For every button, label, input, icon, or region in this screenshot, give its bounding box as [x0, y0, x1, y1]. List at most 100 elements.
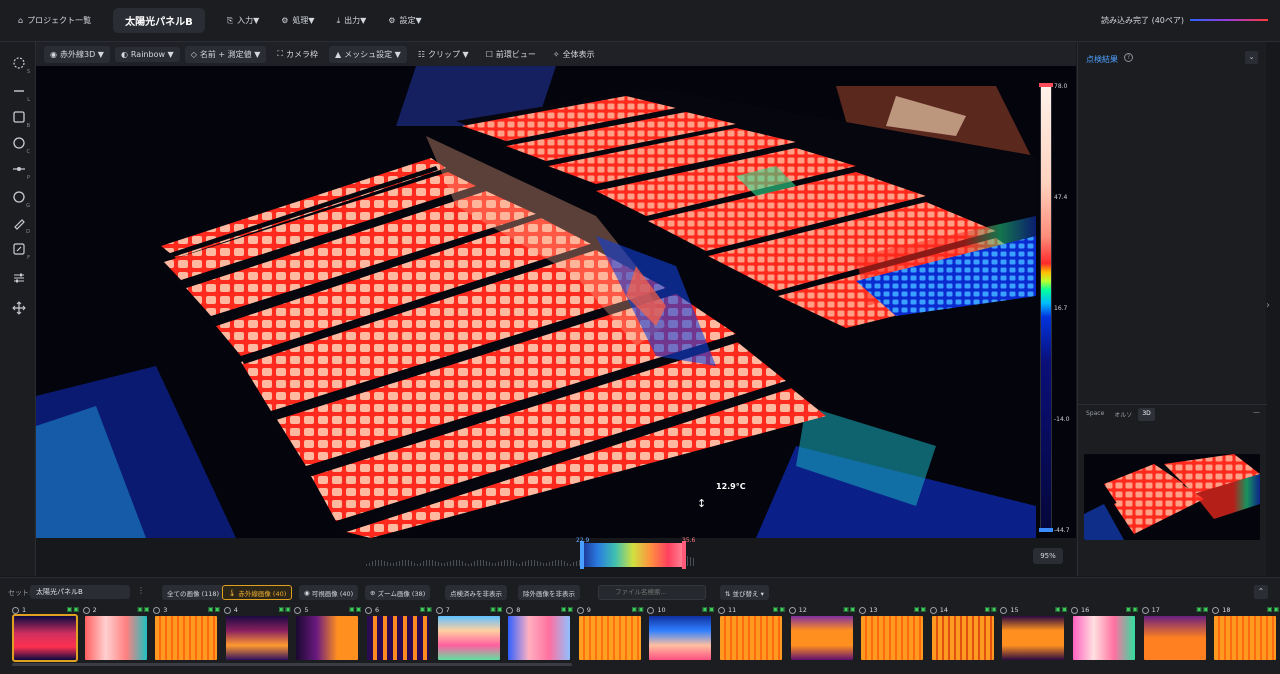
thumbnail-radio[interactable]	[223, 606, 231, 614]
thumbnail-item[interactable]: 7 ▣▣	[435, 605, 506, 663]
tab-3d[interactable]: 3D	[1138, 408, 1155, 421]
thumbnail-radio[interactable]	[12, 606, 19, 614]
thumbnail-radio[interactable]	[859, 606, 867, 614]
filter-infrared[interactable]: 🌡 赤外線画像 (40)	[222, 585, 293, 600]
thumbnail-radio[interactable]	[929, 606, 937, 614]
thumbnail-image[interactable]	[1002, 616, 1065, 660]
move-tool[interactable]	[8, 297, 30, 319]
adjust-tool[interactable]	[8, 267, 30, 289]
polygon-tool[interactable]: G	[8, 186, 30, 209]
thumbnail-item[interactable]: 11 ▣▣	[718, 605, 788, 663]
thumbnail-image[interactable]	[1214, 616, 1277, 660]
thumbnail-radio[interactable]	[788, 606, 796, 614]
zoom-level[interactable]: 95%	[1033, 548, 1063, 564]
thumbnail-item[interactable]: 12 ▣▣	[788, 605, 859, 663]
thermal-3d-viewport[interactable]	[36, 66, 1076, 538]
range-max-handle[interactable]	[682, 541, 686, 569]
hide-excluded-button[interactable]: 除外画像を非表示	[518, 585, 580, 600]
minimize-button[interactable]: —	[1253, 408, 1260, 416]
more-vert-icon[interactable]: ⋮	[137, 586, 145, 595]
thumbnail-image[interactable]	[931, 616, 994, 660]
lasso-select-tool[interactable]: S	[8, 52, 30, 75]
thumbnail-radio[interactable]	[718, 606, 725, 614]
input-menu[interactable]: ⎘ 入力▼	[227, 15, 260, 26]
minimap-3d[interactable]	[1084, 454, 1260, 540]
thumbnail-image[interactable]	[296, 616, 359, 660]
temperature-colorbar[interactable]	[1040, 84, 1052, 532]
colorbar-min-handle[interactable]	[1039, 528, 1053, 532]
thumbnail-radio[interactable]	[435, 606, 443, 614]
output-menu[interactable]: ⤓ 出力▼	[337, 15, 367, 26]
mesh-settings-dropdown[interactable]: ▲ メッシュ設定 ▼	[328, 45, 407, 63]
thumbnail-radio[interactable]	[647, 606, 655, 614]
hide-inspected-button[interactable]: 点検済みを非表示	[445, 585, 507, 600]
filter-all[interactable]: 全ての画像 (118)	[162, 585, 225, 600]
thumbnail-item[interactable]: 17 ▣▣	[1141, 605, 1212, 663]
thumbnail-item[interactable]: 9 ▣▣	[576, 605, 647, 663]
process-menu[interactable]: ⚙ 処理▼	[281, 15, 314, 26]
thumbnail-radio[interactable]	[1071, 606, 1078, 614]
thumbnail-item[interactable]: 2 ▣▣	[82, 605, 153, 663]
thumbnail-image[interactable]	[225, 616, 288, 660]
line-tool[interactable]: L	[8, 80, 30, 103]
thumbnail-radio[interactable]	[1212, 606, 1220, 614]
file-search-input[interactable]	[598, 585, 706, 600]
thumbnail-image[interactable]	[790, 616, 853, 660]
thumbnail-image[interactable]	[1143, 616, 1206, 660]
thumbnail-item[interactable]: 5 ▣▣	[294, 605, 364, 663]
thumbnail-image[interactable]	[649, 616, 712, 660]
set-selector[interactable]: 太陽光パネルB	[30, 585, 130, 599]
project-list-button[interactable]: ⌂ プロジェクト一覧	[18, 15, 91, 26]
settings-menu[interactable]: ⚙ 設定▼	[388, 15, 421, 26]
rectangle-tool[interactable]: B	[8, 106, 30, 129]
sort-button[interactable]: ⇅ 並び替え ▾	[720, 585, 769, 600]
range-gradient[interactable]	[580, 543, 686, 567]
colorbar-max-handle[interactable]	[1039, 83, 1053, 87]
filter-zoom[interactable]: ⊕ ズーム画像 (38)	[365, 585, 431, 600]
camera-frame-toggle[interactable]: ⛶ カメラ枠	[271, 46, 324, 63]
labels-dropdown[interactable]: ◇ 名前 + 測定値 ▼	[184, 45, 267, 63]
thumbnail-image[interactable]	[84, 616, 147, 660]
thumbnail-radio[interactable]	[506, 606, 514, 614]
thumbnail-item[interactable]: 8 ▣▣	[506, 605, 576, 663]
tab-ortho[interactable]: オルソ	[1110, 408, 1136, 421]
polyline-tool[interactable]: P	[8, 158, 30, 181]
palette-dropdown[interactable]: ◐ Rainbow ▼	[114, 46, 180, 62]
horizontal-scrollbar[interactable]	[12, 663, 572, 666]
pencil-tool[interactable]: D	[8, 212, 30, 235]
thumbnail-item[interactable]: 15 ▣▣	[1000, 605, 1070, 663]
thumbnail-image[interactable]	[155, 616, 218, 660]
thumbnail-radio[interactable]	[294, 606, 302, 614]
thumbnail-image[interactable]	[367, 616, 429, 660]
view-mode-dropdown[interactable]: ◉ 赤外線3D ▼	[44, 45, 110, 63]
project-title[interactable]: 太陽光パネルB	[113, 8, 205, 33]
thumbnail-item[interactable]: 18 ▣▣	[1212, 605, 1280, 663]
filter-visible[interactable]: ◉ 可視画像 (40)	[299, 585, 359, 600]
thumbnail-item[interactable]: 1 ▣▣	[12, 605, 82, 663]
preview-toggle[interactable]: ☐ 前環ビュー	[480, 46, 542, 63]
thumbnail-item[interactable]: 6 ▣▣	[365, 605, 435, 663]
thumbnail-item[interactable]: 13 ▣▣	[859, 605, 929, 663]
expand-filmstrip-button[interactable]: ⌃	[1254, 585, 1268, 599]
thumbnail-radio[interactable]	[365, 606, 372, 614]
thumbnail-image[interactable]	[437, 616, 500, 660]
thumbnail-item[interactable]: 14 ▣▣	[929, 605, 1000, 663]
thumbnail-radio[interactable]	[1141, 606, 1149, 614]
thumbnail-image[interactable]	[12, 614, 78, 662]
thumbnail-item[interactable]: 4 ▣▣	[223, 605, 294, 663]
thumbnail-image[interactable]	[1073, 616, 1135, 660]
thumbnail-radio[interactable]	[153, 606, 161, 614]
thumbnail-radio[interactable]	[82, 606, 90, 614]
thumbnail-item[interactable]: 10 ▣▣	[647, 605, 717, 663]
thumbnail-radio[interactable]	[576, 606, 584, 614]
thumbnail-item[interactable]: 3 ▣▣	[153, 605, 223, 663]
collapse-button[interactable]: ⌄	[1245, 51, 1258, 64]
range-min-handle[interactable]	[580, 541, 584, 569]
thumbnail-item[interactable]: 16 ▣▣	[1071, 605, 1141, 663]
thumbnail-image[interactable]	[861, 616, 924, 660]
thumbnail-image[interactable]	[720, 616, 782, 660]
thumbnail-image[interactable]	[508, 616, 571, 660]
help-icon[interactable]: ?	[1124, 53, 1133, 62]
circle-tool[interactable]: C	[8, 132, 30, 155]
tab-space[interactable]: Space	[1082, 408, 1108, 421]
